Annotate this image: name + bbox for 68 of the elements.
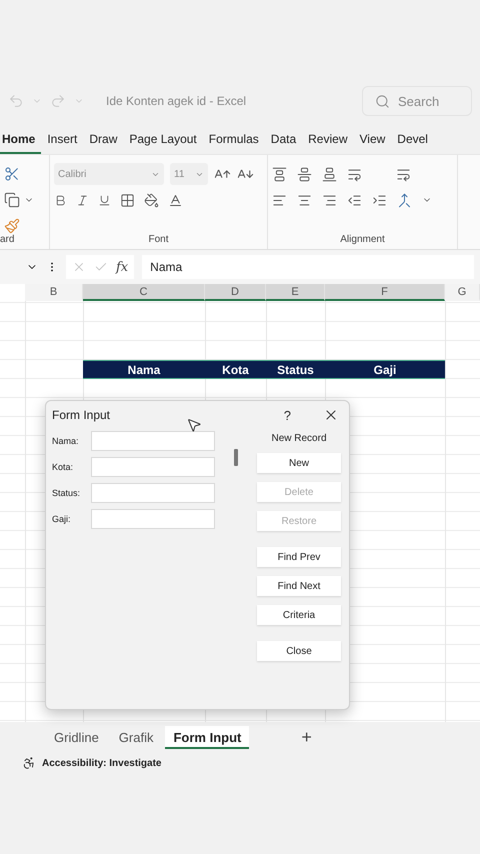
dialog-button[interactable]: Close: [257, 641, 341, 661]
dialog-button[interactable]: New: [257, 453, 341, 473]
align-bottom-icon[interactable]: [322, 166, 337, 182]
copy-icon[interactable]: [4, 192, 20, 208]
sheet-tab[interactable]: Grafik: [110, 726, 162, 748]
align-left-icon[interactable]: [272, 192, 287, 208]
dialog-button[interactable]: Find Next: [257, 576, 341, 596]
column-header[interactable]: F: [325, 284, 445, 301]
field-label: Status:: [52, 488, 82, 498]
ribbon-tab[interactable]: View: [354, 132, 392, 154]
input-field[interactable]: [91, 431, 215, 451]
ribbon-tab[interactable]: Devel: [391, 132, 434, 154]
column-header[interactable]: C: [83, 284, 205, 301]
add-sheet-button[interactable]: +: [297, 726, 316, 748]
ribbon-tab[interactable]: Draw: [83, 132, 124, 154]
font-color-icon[interactable]: [168, 192, 183, 208]
wrap-text-icon[interactable]: [396, 166, 411, 182]
ribbon-tab[interactable]: Page Layout: [123, 132, 203, 154]
sheet-tab[interactable]: Form Input: [165, 726, 250, 748]
outdent-icon[interactable]: [347, 192, 362, 208]
scroll-thumb[interactable]: [234, 449, 238, 466]
underline-icon[interactable]: [98, 194, 111, 206]
ribbon-tab[interactable]: Review: [302, 132, 354, 154]
status-text: Accessibility: Investigate: [42, 758, 162, 768]
field-label: Nama:: [52, 436, 80, 446]
ribbon-tab[interactable]: Insert: [41, 132, 84, 154]
input-field[interactable]: [91, 509, 215, 529]
field-label: Kota:: [52, 462, 74, 472]
italic-icon[interactable]: [76, 194, 89, 206]
column-header[interactable]: E: [266, 284, 325, 301]
borders-icon[interactable]: [120, 192, 135, 208]
merge-icon[interactable]: [397, 192, 412, 208]
ribbon-tab[interactable]: Data: [264, 132, 302, 154]
input-field[interactable]: [91, 457, 215, 477]
group-label: Font: [147, 234, 170, 245]
bold-icon[interactable]: [54, 194, 67, 206]
group-label: ard: [0, 234, 16, 245]
table-cell: Gaji: [325, 360, 445, 379]
search-icon: [375, 94, 390, 108]
field-label: Gaji:: [52, 514, 72, 524]
align-middle-icon[interactable]: [297, 166, 312, 182]
dialog-button[interactable]: Criteria: [257, 605, 341, 625]
align-top-icon[interactable]: [272, 166, 287, 182]
paintbrush-icon[interactable]: [4, 218, 20, 234]
mouse-pointer-icon: [186, 417, 202, 433]
dialog-button[interactable]: Find Prev: [257, 547, 341, 567]
table-cell: Status: [266, 360, 325, 379]
align-right-icon[interactable]: [322, 192, 337, 208]
window-title: Ide Konten agek id - Excel: [106, 94, 246, 108]
scissors-icon[interactable]: [4, 166, 20, 182]
help-button[interactable]: ?: [278, 406, 297, 424]
record-label: New Record: [271, 433, 327, 446]
formula-field[interactable]: Nama: [142, 255, 474, 279]
table-cell: Kota: [205, 360, 266, 379]
fill-color-icon[interactable]: [144, 192, 159, 208]
sheet-tab[interactable]: Gridline: [46, 726, 107, 748]
function-label[interactable]: fx: [116, 260, 128, 274]
input-field[interactable]: [91, 483, 215, 503]
accessibility-icon[interactable]: [22, 756, 36, 770]
table-cell: Nama: [83, 360, 205, 379]
indent-icon[interactable]: [372, 192, 387, 208]
group-label: Alignment: [339, 234, 386, 245]
dialog-title: Form Input: [52, 408, 112, 422]
column-header[interactable]: D: [205, 284, 266, 301]
column-header[interactable]: B: [25, 284, 83, 301]
align-center-icon[interactable]: [297, 192, 312, 208]
column-header[interactable]: G: [445, 284, 480, 301]
ribbon-tab[interactable]: Formulas: [202, 132, 265, 154]
